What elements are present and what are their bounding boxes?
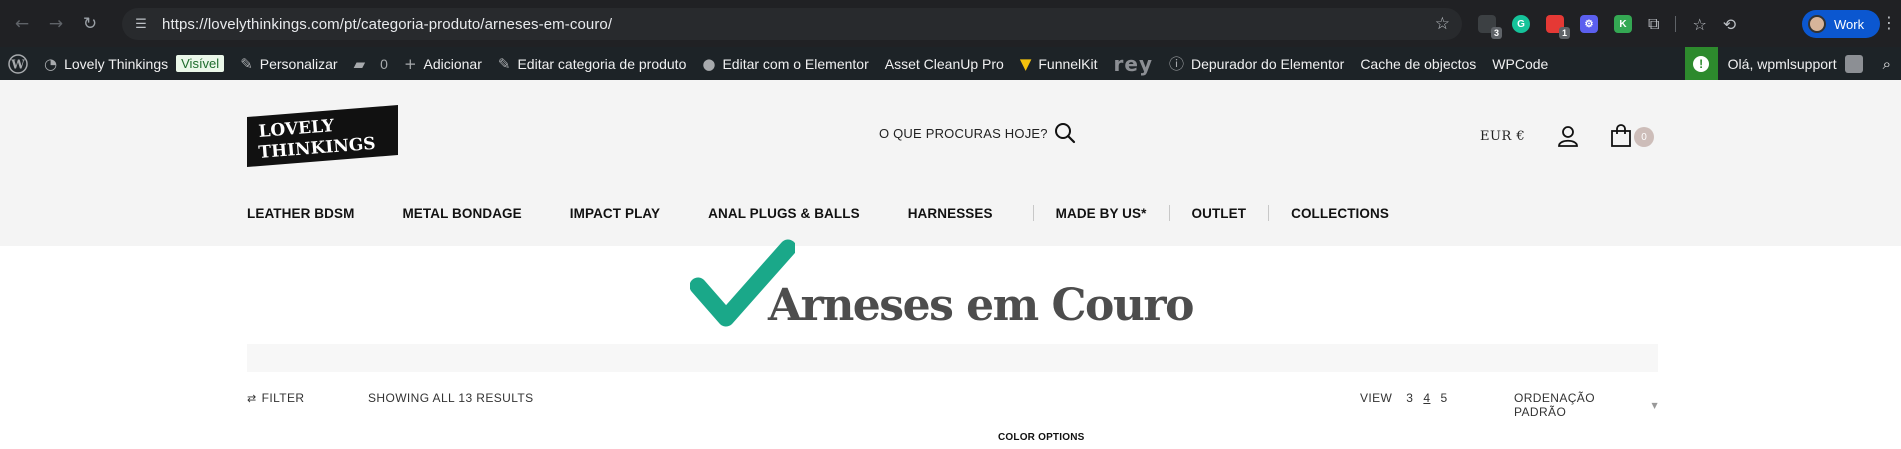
filter-button[interactable]: ⇄ FILTER [247, 391, 304, 405]
tab-manager-extension-icon[interactable]: 3 [1478, 15, 1502, 39]
site-header: LOVELY THINKINGS O QUE PROCURAS HOJE? EU… [0, 80, 1901, 246]
profile-avatar [1808, 15, 1826, 33]
funnel-icon: ▼ [1019, 54, 1032, 73]
view-option-5[interactable]: 5 [1440, 391, 1447, 405]
edit-with-elementor-link[interactable]: ● Editar com o Elementor [694, 47, 876, 80]
site-name-menu[interactable]: ◔ Lovely Thinkings Visível [36, 47, 232, 80]
alert-icon[interactable]: ! [1684, 47, 1718, 80]
browser-menu-icon[interactable]: ⋮ [1881, 13, 1897, 32]
profile-button[interactable]: Work [1802, 10, 1880, 38]
purple-extension-icon[interactable]: ⚙ [1580, 15, 1598, 33]
menu-item-outlet[interactable]: OUTLET [1192, 206, 1247, 221]
red-extension-icon[interactable]: 1 [1546, 15, 1570, 39]
object-cache-menu[interactable]: Cache de objectos [1352, 47, 1484, 80]
toolbar-divider [1675, 16, 1677, 32]
comments-link[interactable]: ▰ 0 [346, 47, 396, 80]
main-menu: LEATHER BDSM METAL BONDAGE IMPACT PLAY A… [247, 203, 1389, 223]
caret-down-icon: ▼ [1651, 400, 1658, 410]
puzzle-extensions-icon[interactable]: ⧉ [1648, 14, 1659, 34]
wpcode-menu[interactable]: WPCode [1484, 47, 1556, 80]
rey-menu[interactable]: rey [1106, 47, 1161, 80]
menu-item-metal-bondage[interactable]: METAL BONDAGE [402, 206, 521, 221]
user-account-menu[interactable]: Olá, wpmlsupport [1718, 54, 1873, 73]
forward-arrow-icon[interactable]: → [44, 12, 68, 36]
url-text[interactable]: https://lovelythinkings.com/pt/categoria… [162, 16, 612, 33]
sliders-icon: ⇄ [247, 391, 257, 405]
sort-dropdown[interactable]: ORDENAÇÃO PADRÃO ▼ [1514, 391, 1658, 419]
customize-link[interactable]: ✎ Personalizar [232, 47, 345, 80]
results-count: SHOWING ALL 13 RESULTS [368, 391, 534, 405]
view-option-4[interactable]: 4 [1423, 391, 1430, 405]
brush-icon: ✎ [240, 54, 253, 73]
site-info-icon[interactable]: ☰ [130, 13, 152, 35]
search-label: O QUE PROCURAS HOJE? [879, 125, 1048, 141]
menu-item-leather-bdsm[interactable]: LEATHER BDSM [247, 206, 354, 221]
funnelkit-menu[interactable]: ▼ FunnelKit [1012, 47, 1106, 80]
pencil-icon: ✎ [497, 54, 511, 73]
cart-count-badge: 0 [1634, 127, 1654, 147]
k-extension-icon[interactable]: K [1614, 15, 1632, 33]
menu-divider [1168, 205, 1170, 221]
add-new-menu[interactable]: + Adicionar [396, 47, 490, 80]
back-arrow-icon[interactable]: ← [10, 12, 34, 36]
view-label: VIEW [1360, 391, 1393, 405]
asset-cleanup-menu[interactable]: Asset CleanUp Pro [877, 47, 1012, 80]
menu-divider [1032, 205, 1034, 221]
menu-divider [1268, 205, 1270, 221]
menu-item-collections[interactable]: COLLECTIONS [1291, 206, 1389, 221]
site-logo[interactable]: LOVELY THINKINGS [247, 105, 398, 167]
category-banner-strip [247, 344, 1658, 372]
elementor-icon: ● [702, 54, 716, 73]
menu-item-made-by-us[interactable]: MADE BY US* [1056, 206, 1147, 221]
menu-item-impact-play[interactable]: IMPACT PLAY [570, 206, 660, 221]
extensions-row: 3 G 1 ⚙ K ⧉ ☆ ⟲ [1478, 11, 1736, 39]
history-icon[interactable]: ⟲ [1723, 15, 1736, 34]
user-avatar [1844, 54, 1863, 73]
wp-admin-bar: W ◔ Lovely Thinkings Visível ✎ Personali… [0, 47, 1901, 80]
admin-bar-right: ! Olá, wpmlsupport ⌕ [1684, 47, 1901, 80]
elementor-debugger-menu[interactable]: ⓘ Depurador do Elementor [1161, 47, 1352, 80]
color-options-label: COLOR OPTIONS [998, 432, 1085, 443]
info-icon: ⓘ [1168, 55, 1184, 73]
menu-item-harnesses[interactable]: HARNESSES [908, 206, 993, 221]
comment-icon: ▰ [353, 54, 366, 73]
grammarly-extension-icon[interactable]: G [1512, 15, 1530, 33]
address-bar[interactable]: ☰ https://lovelythinkings.com/pt/categor… [122, 8, 1462, 40]
profile-name: Work [1834, 16, 1865, 32]
account-icon[interactable] [1556, 124, 1580, 153]
currency-switcher[interactable]: EUR € [1480, 129, 1525, 144]
cart-bag-icon[interactable] [1610, 124, 1632, 153]
search-icon [1054, 123, 1075, 144]
page-title: Arneses em Couro [768, 280, 1194, 331]
visible-badge: Visível [176, 55, 225, 72]
bookmarks-star-icon[interactable]: ☆ [1692, 15, 1706, 34]
shop-toolbar: ⇄ FILTER SHOWING ALL 13 RESULTS VIEW 3 4… [247, 391, 1658, 419]
dashboard-icon: ◔ [44, 54, 58, 73]
svg-text:W: W [10, 57, 25, 71]
search-trigger[interactable]: O QUE PROCURAS HOJE? [879, 122, 1076, 144]
menu-item-anal-plugs-balls[interactable]: ANAL PLUGS & BALLS [708, 206, 860, 221]
browser-toolbar: ← → ↻ ☰ https://lovelythinkings.com/pt/c… [0, 0, 1901, 47]
admin-search-icon[interactable]: ⌕ [1873, 55, 1901, 73]
reload-icon[interactable]: ↻ [78, 12, 102, 36]
wordpress-logo-icon[interactable]: W [0, 47, 36, 80]
view-switcher: VIEW 3 4 5 [1360, 391, 1448, 405]
view-option-3[interactable]: 3 [1406, 391, 1413, 405]
bookmark-star-icon[interactable]: ☆ [1435, 14, 1450, 34]
plus-icon: + [403, 54, 417, 73]
edit-category-link[interactable]: ✎ Editar categoria de produto [490, 47, 694, 80]
